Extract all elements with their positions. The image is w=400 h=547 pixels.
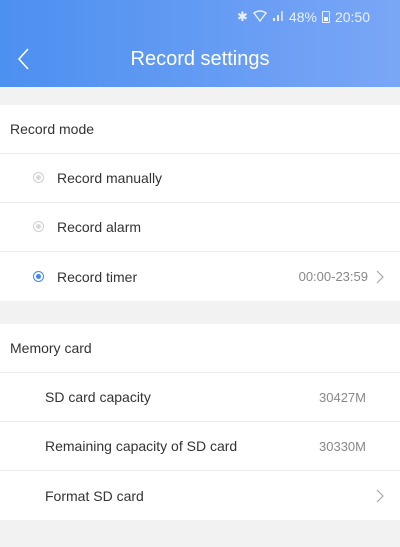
status-bar: ✱ 48% 20:50 [237, 9, 370, 25]
record-timer-label: Record timer [57, 268, 138, 285]
format-sd-card-row[interactable]: Format SD card [0, 471, 400, 520]
signal-icon [272, 10, 284, 25]
wifi-icon [252, 9, 267, 25]
remaining-capacity-row: Remaining capacity of SD card 30330M [0, 422, 400, 471]
record-manually-option[interactable]: Record manually [0, 154, 400, 203]
record-mode-heading: Record mode [10, 121, 95, 137]
memory-card-heading-row: Memory card [0, 324, 400, 373]
app-header: ✱ 48% 20:50 Record settings [0, 0, 400, 87]
section-divider [0, 87, 400, 105]
bottom-divider [0, 520, 400, 538]
record-timer-value: 00:00-23:59 [298, 269, 368, 284]
section-divider [0, 301, 400, 324]
record-mode-section: Record mode Record manually Record alarm… [0, 105, 400, 301]
memory-card-heading: Memory card [10, 340, 92, 356]
format-sd-card-label: Format SD card [45, 487, 144, 504]
chevron-right-icon [376, 489, 384, 502]
sd-card-capacity-label: SD card capacity [45, 389, 151, 405]
page-title: Record settings [130, 48, 270, 70]
record-timer-option[interactable]: Record timer 00:00-23:59 [0, 252, 400, 301]
battery-icon [321, 11, 330, 23]
status-time: 20:50 [334, 9, 370, 25]
bluetooth-icon: ✱ [237, 9, 248, 24]
battery-percent: 48% [288, 9, 317, 25]
remaining-capacity-label: Remaining capacity of SD card [45, 438, 238, 454]
record-manually-label: Record manually [57, 170, 163, 186]
chevron-right-icon [376, 270, 384, 283]
record-mode-heading-row: Record mode [0, 105, 400, 154]
sd-card-capacity-value: 30427M [319, 389, 366, 405]
sd-card-capacity-row: SD card capacity 30427M [0, 373, 400, 422]
memory-card-section: Memory card SD card capacity 30427M Rema… [0, 324, 400, 520]
radio-button-selected-icon[interactable] [33, 270, 44, 282]
record-alarm-label: Record alarm [57, 219, 142, 235]
remaining-capacity-value: 30330M [319, 438, 366, 454]
radio-button-icon[interactable] [33, 172, 44, 183]
radio-button-icon[interactable] [33, 221, 44, 232]
record-alarm-option[interactable]: Record alarm [0, 203, 400, 252]
